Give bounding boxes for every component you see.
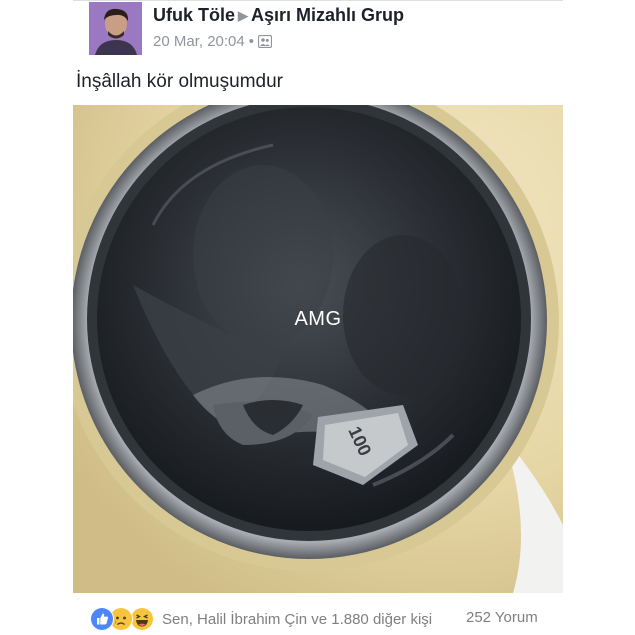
- like-icon: [90, 607, 114, 631]
- group-privacy-icon: [257, 34, 273, 52]
- avatar-image: [89, 2, 142, 55]
- reactions-summary[interactable]: Sen, Halil İbrahim Çin ve 1.880 diğer ki…: [90, 606, 432, 632]
- washing-machine-photo: 100: [73, 105, 563, 593]
- share-arrow-icon: ▶: [238, 8, 249, 23]
- reactions-text[interactable]: Sen, Halil İbrahim Çin ve 1.880 diğer ki…: [162, 611, 432, 628]
- comments-count[interactable]: 252 Yorum: [466, 609, 538, 626]
- post-text: İnşâllah kör olmuşumdur: [76, 71, 283, 92]
- post-photo[interactable]: 100 AMG: [73, 105, 563, 593]
- reaction-icons: [90, 607, 160, 631]
- group-name[interactable]: Aşırı Mizahlı Grup: [251, 5, 404, 25]
- post-card: Ufuk Töle ▶ Aşırı Mizahlı Grup 20 Mar, 20:…: [73, 0, 563, 635]
- author-avatar[interactable]: [89, 2, 142, 55]
- post-timestamp[interactable]: 20 Mar, 20:04: [153, 33, 245, 50]
- card-divider: [73, 0, 563, 1]
- post-header: Ufuk Töle ▶ Aşırı Mizahlı Grup: [153, 5, 404, 26]
- haha-icon: [130, 607, 154, 631]
- author-name[interactable]: Ufuk Töle: [153, 5, 235, 25]
- meta-separator: •: [248, 33, 254, 50]
- post-meta: 20 Mar, 20:04 •: [153, 33, 273, 52]
- photo-watermark: AMG: [294, 308, 342, 330]
